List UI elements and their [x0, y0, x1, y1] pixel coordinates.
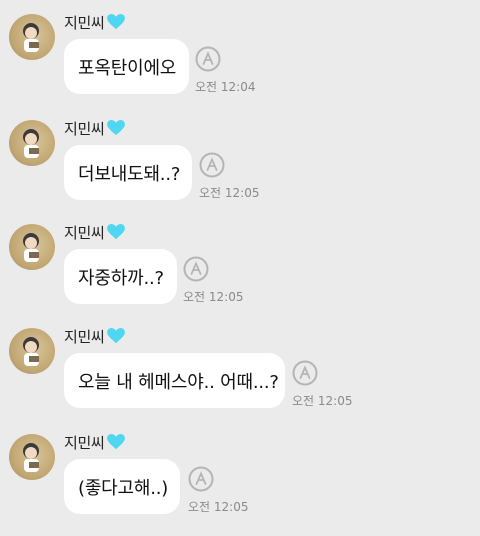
message-time: 오전 12:04: [195, 80, 256, 94]
message-text: 오늘 내 헤메스야.. 어때...?: [78, 371, 279, 393]
sender-name: 지민씨: [64, 326, 125, 346]
message-bubble[interactable]: 포옥탄이에오: [64, 39, 189, 94]
cyan-heart-icon: [106, 224, 125, 240]
avatar[interactable]: [9, 434, 55, 480]
circled-a-icon: [199, 152, 225, 178]
avatar[interactable]: [9, 328, 55, 374]
sender-name: 지민씨: [64, 118, 125, 138]
message-text: (좋다고해..): [78, 477, 169, 499]
message-time: 오전 12:05: [292, 394, 353, 408]
message-row: 지민씨 (좋다고해..) 오전 12:05: [0, 420, 480, 520]
message-text: 자중하까..?: [78, 267, 164, 289]
avatar-figure-icon: [23, 337, 39, 366]
message-row: 지민씨 자중하까..? 오전 12:05: [0, 210, 480, 310]
avatar[interactable]: [9, 224, 55, 270]
cyan-heart-icon: [106, 328, 125, 344]
message-bubble[interactable]: 오늘 내 헤메스야.. 어때...?: [64, 353, 285, 408]
avatar-figure-icon: [23, 233, 39, 262]
message-text: 더보내도돼..?: [78, 163, 181, 185]
cyan-heart-icon: [106, 434, 125, 450]
message-text: 포옥탄이에오: [78, 57, 177, 79]
message-bubble[interactable]: (좋다고해..): [64, 459, 180, 514]
avatar[interactable]: [9, 14, 55, 60]
sender-name-label: 지민씨: [64, 433, 105, 452]
message-row: 지민씨 포옥탄이에오 오전 12:04: [0, 0, 480, 100]
message-time: 오전 12:05: [183, 290, 244, 304]
message-row: 지민씨 더보내도돼..? 오전 12:05: [0, 106, 480, 206]
sender-name: 지민씨: [64, 432, 125, 452]
message-bubble[interactable]: 자중하까..?: [64, 249, 177, 304]
sender-name-label: 지민씨: [64, 13, 105, 32]
message-bubble[interactable]: 더보내도돼..?: [64, 145, 192, 200]
message-meta: 오전 12:04: [195, 46, 259, 96]
sender-name-label: 지민씨: [64, 119, 105, 138]
chat-view: 지민씨 포옥탄이에오 오전 12:04 지민씨 더보내도돼..? 오전 12:0…: [0, 0, 480, 536]
circled-a-icon: [188, 466, 214, 492]
avatar-figure-icon: [23, 23, 39, 52]
message-meta: 오전 12:05: [199, 152, 263, 202]
message-meta: 오전 12:05: [188, 466, 252, 516]
circled-a-icon: [183, 256, 209, 282]
sender-name: 지민씨: [64, 222, 125, 242]
avatar-figure-icon: [23, 129, 39, 158]
circled-a-icon: [292, 360, 318, 386]
message-meta: 오전 12:05: [183, 256, 247, 306]
message-row: 지민씨 오늘 내 헤메스야.. 어때...? 오전 12:05: [0, 314, 480, 414]
avatar-figure-icon: [23, 443, 39, 472]
cyan-heart-icon: [106, 14, 125, 30]
message-time: 오전 12:05: [199, 186, 260, 200]
sender-name-label: 지민씨: [64, 223, 105, 242]
sender-name: 지민씨: [64, 12, 125, 32]
avatar[interactable]: [9, 120, 55, 166]
cyan-heart-icon: [106, 120, 125, 136]
circled-a-icon: [195, 46, 221, 72]
sender-name-label: 지민씨: [64, 327, 105, 346]
message-meta: 오전 12:05: [292, 360, 356, 410]
message-time: 오전 12:05: [188, 500, 249, 514]
